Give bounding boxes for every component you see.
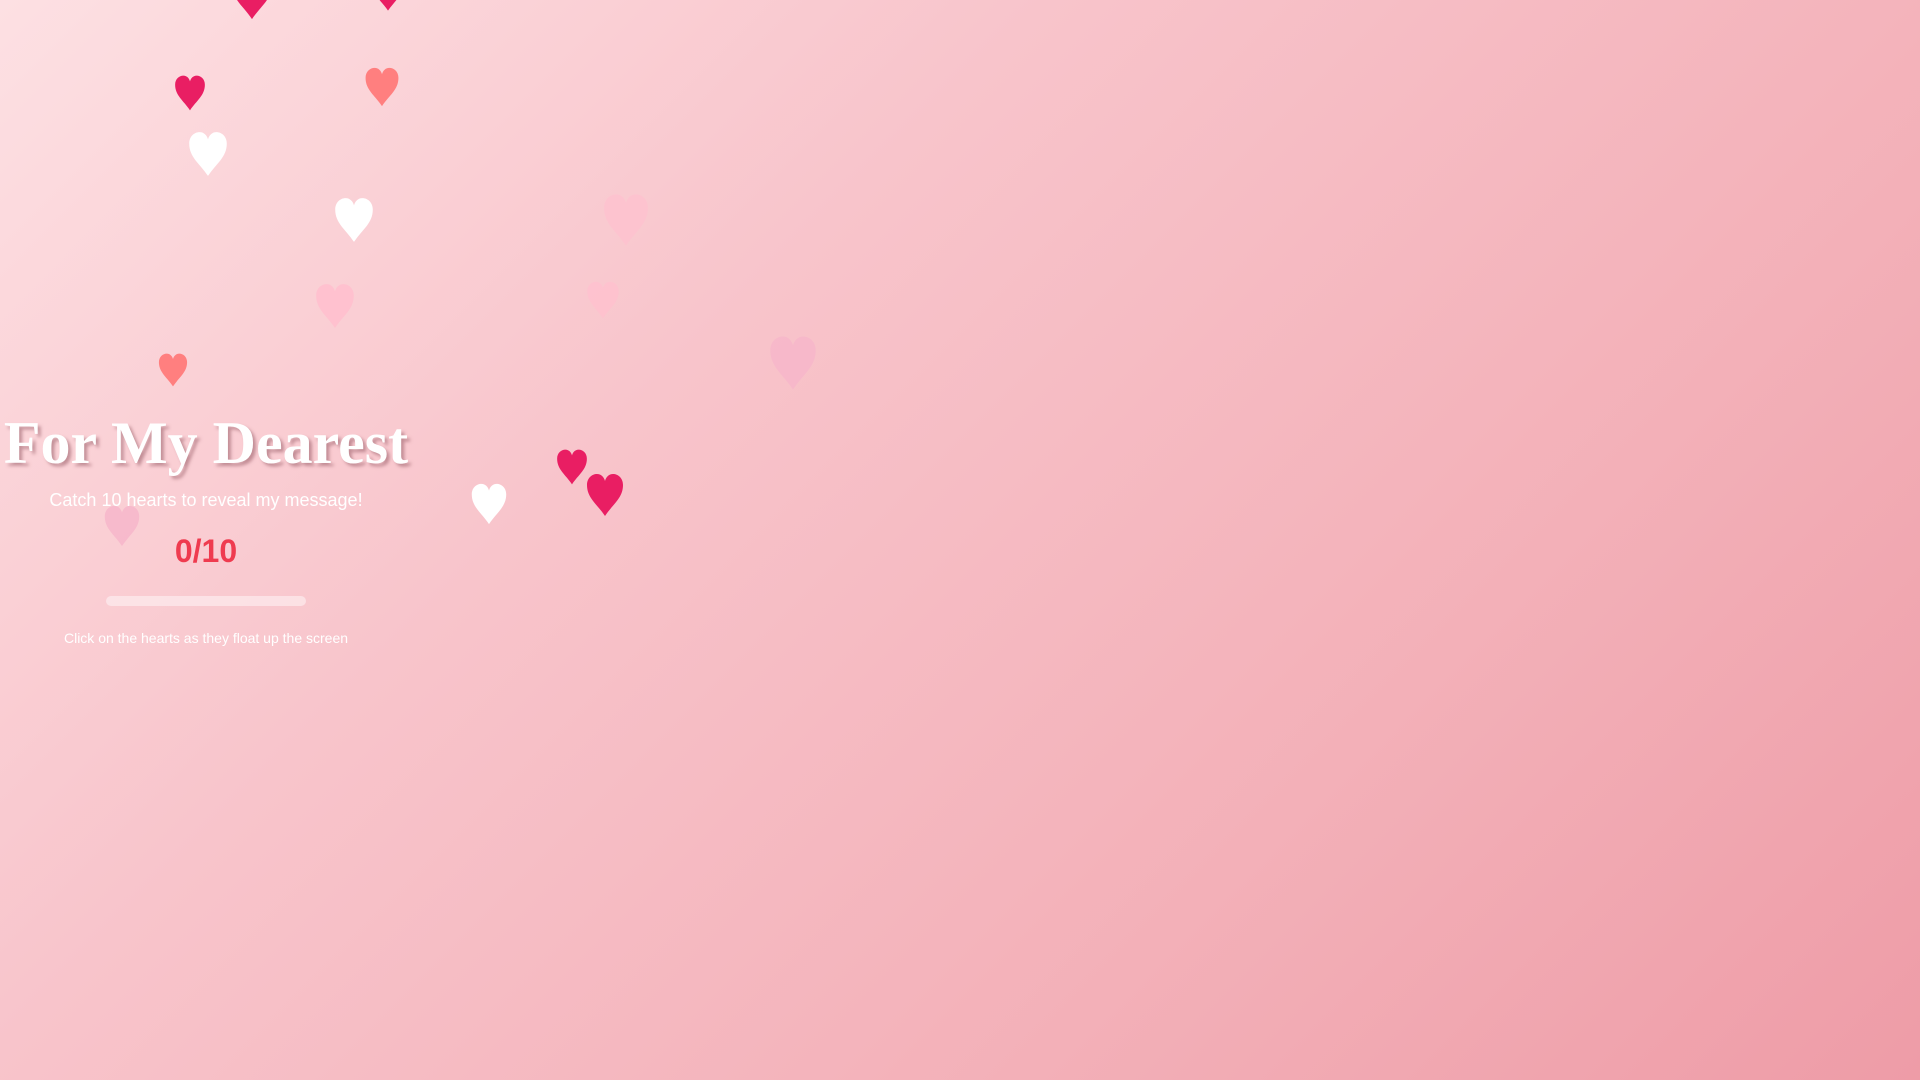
heart-icon[interactable] xyxy=(230,0,274,22)
heart-icon[interactable] xyxy=(598,192,654,248)
heart-icon[interactable] xyxy=(332,196,376,244)
heart-icon[interactable] xyxy=(583,280,623,320)
heart-icon[interactable] xyxy=(583,472,627,518)
heart-icon[interactable] xyxy=(370,0,406,12)
heart-icon[interactable] xyxy=(313,282,357,330)
heart-icon[interactable] xyxy=(765,334,821,392)
heart-icon[interactable] xyxy=(363,66,401,108)
hint-text: Click on the hearts as they float up the… xyxy=(63,630,349,646)
heart-icon[interactable] xyxy=(468,482,510,526)
heart-icon[interactable] xyxy=(186,130,230,178)
heart-icon[interactable] xyxy=(173,74,207,112)
game-panel: For My Dearest Catch 10 hearts to reveal… xyxy=(0,410,412,646)
page-title: For My Dearest xyxy=(3,410,409,476)
heart-icon[interactable] xyxy=(156,352,190,388)
progress-bar xyxy=(106,596,306,606)
game-instructions: Catch 10 hearts to reveal my message! xyxy=(49,490,363,510)
score-counter: 0/10 xyxy=(174,533,238,569)
